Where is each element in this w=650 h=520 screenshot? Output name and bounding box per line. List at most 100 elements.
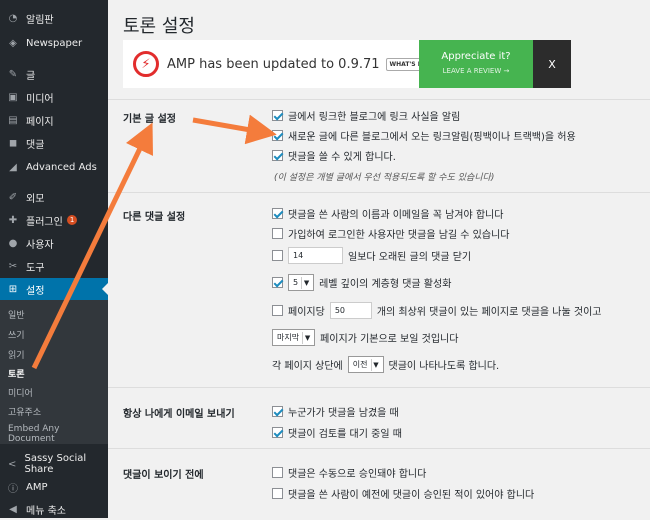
checkbox[interactable] xyxy=(272,208,283,219)
sidebar-item-label: 알림판 xyxy=(26,14,54,26)
option-label: 레벨 깊이의 계층형 댓글 활성화 xyxy=(319,279,452,290)
sidebar-item-media[interactable]: ▣ 미디어 xyxy=(0,86,108,108)
paginate-prefix: 페이지당 xyxy=(288,307,325,318)
sidebar-item-users[interactable]: ● 사용자 xyxy=(0,232,108,254)
checkbox[interactable] xyxy=(272,250,283,261)
sidebar-item-label: Sassy Social Share xyxy=(24,453,87,475)
sidebar-item-label: AMP xyxy=(26,481,48,493)
option-comment-order: 각 페이지 상단에 이전 ▼ 댓글이 나타나도록 합니다. xyxy=(272,356,499,373)
update-count-badge: 1 xyxy=(66,215,78,225)
sidebar-item-label: 플러그인 xyxy=(26,216,63,228)
option-threaded-comments[interactable]: 5 ▼ 레벨 깊이의 계층형 댓글 활성화 xyxy=(272,274,451,291)
sidebar-item-dashboard[interactable]: ◔ 알림판 xyxy=(0,7,108,29)
sidebar-item-comments[interactable]: ◼ 댓글 xyxy=(0,132,108,154)
select-value: 5 xyxy=(293,278,299,287)
submenu-item-writing[interactable]: 쓰기 xyxy=(8,328,25,341)
section-divider xyxy=(108,448,650,449)
sidebar-item-settings[interactable]: ⊞ 설정 xyxy=(0,278,108,300)
option-registered-only[interactable]: 가입하여 로그인한 사용자만 댓글을 남길 수 있습니다 xyxy=(272,226,509,241)
section-label-email-me: 항상 나에게 이메일 보내기 xyxy=(123,409,235,420)
sidebar-item-amp[interactable]: ⓘ AMP xyxy=(0,476,108,498)
sidebar-item-pages[interactable]: ▤ 페이지 xyxy=(0,109,108,131)
media-icon: ▣ xyxy=(8,91,18,103)
sidebar-item-advanced-ads[interactable]: ◢ Advanced Ads xyxy=(0,156,108,178)
option-notify-linked-blogs[interactable]: 글에서 링크한 블로그에 링크 사실을 알림 xyxy=(272,108,460,123)
comments-per-page-input[interactable]: 50 xyxy=(329,302,372,319)
appreciate-review-button[interactable]: Appreciate it? LEAVE A REVIEW → xyxy=(419,40,533,88)
sidebar-item-appearance[interactable]: ✐ 외모 xyxy=(0,186,108,208)
option-allow-comments[interactable]: 댓글을 쓸 수 있게 합니다. xyxy=(272,148,396,163)
option-label: 일보다 오래된 글의 댓글 닫기 xyxy=(348,252,472,263)
sidebar-item-posts[interactable]: ✎ 글 xyxy=(0,63,108,85)
comment-order-select[interactable]: 이전 ▼ xyxy=(347,356,384,373)
option-previously-approved[interactable]: 댓글을 쓴 사람이 예전에 댓글이 승인된 적이 있어야 합니다 xyxy=(272,486,534,501)
checkbox[interactable] xyxy=(272,277,283,288)
settings-icon: ⊞ xyxy=(8,283,18,295)
admin-sidebar: ◔ 알림판 ◈ Newspaper ✎ 글 ▣ 미디어 ▤ 페이지 ◼ 댓글 ◢… xyxy=(0,0,108,518)
sidebar-item-label: 외모 xyxy=(26,193,45,205)
checkbox[interactable] xyxy=(272,427,283,438)
brush-icon: ✐ xyxy=(8,191,18,203)
chevron-down-icon: ▼ xyxy=(301,276,311,289)
user-icon: ● xyxy=(8,237,18,249)
amp-update-message: AMP has been updated to 0.9.71 xyxy=(167,56,380,72)
option-label: 개의 최상위 댓글이 있는 페이지로 댓글을 나눌 것이고 xyxy=(376,307,602,318)
checkbox[interactable] xyxy=(272,467,283,478)
wrench-icon: ✂ xyxy=(8,260,18,272)
default-page-select[interactable]: 마지막 ▼ xyxy=(272,329,316,346)
submenu-item-general[interactable]: 일반 xyxy=(8,308,25,321)
option-label: 댓글이 검토를 대기 중일 때 xyxy=(288,429,402,440)
share-icon: < xyxy=(8,458,17,470)
option-email-on-comment[interactable]: 누군가가 댓글을 남겼을 때 xyxy=(272,404,399,419)
newspaper-icon: ◈ xyxy=(9,37,17,49)
sidebar-item-sassy-social-share[interactable]: < Sassy Social Share xyxy=(0,453,108,475)
submenu-item-discussion[interactable]: 토론 xyxy=(8,367,25,380)
option-label: 댓글을 쓸 수 있게 합니다. xyxy=(288,152,396,163)
option-allow-pingbacks[interactable]: 새로운 글에 다른 블로그에서 오는 링크알림(핑백이나 트랙백)을 허용 xyxy=(272,128,576,143)
arrow-to-pingback-option xyxy=(192,114,277,145)
dashboard-icon: ◔ xyxy=(8,12,18,24)
active-indicator xyxy=(102,283,108,295)
plugin-icon: ✚ xyxy=(8,214,18,226)
checkbox[interactable] xyxy=(272,130,283,141)
sidebar-collapse-menu[interactable]: ◀ 메뉴 축소 xyxy=(0,498,108,520)
ads-icon: ◢ xyxy=(9,161,17,173)
close-notice-button[interactable]: X xyxy=(533,40,571,88)
option-paginate-comments[interactable]: 페이지당 50 개의 최상위 댓글이 있는 페이지로 댓글을 나눌 것이고 xyxy=(272,302,601,319)
page-icon: ▤ xyxy=(8,114,18,126)
checkbox[interactable] xyxy=(272,228,283,239)
sidebar-item-label: 댓글 xyxy=(26,139,45,151)
checkbox[interactable] xyxy=(272,150,283,161)
page-title: 토론 설정 xyxy=(123,16,195,37)
section-label-default-post: 기본 글 설정 xyxy=(123,114,176,125)
option-require-name-email[interactable]: 댓글을 쓴 사람의 이름과 이메일을 꼭 남겨야 합니다 xyxy=(272,206,503,221)
option-manual-approval[interactable]: 댓글은 수동으로 승인돼야 합니다 xyxy=(272,465,426,480)
option-default-comments-page: 마지막 ▼ 페이지가 기본으로 보일 것입니다 xyxy=(272,329,458,346)
checkbox[interactable] xyxy=(272,406,283,417)
select-value: 이전 xyxy=(352,360,368,369)
comment-icon: ◼ xyxy=(8,137,18,149)
section-divider xyxy=(108,192,650,193)
sidebar-item-label: 설정 xyxy=(26,285,45,297)
option-label: 페이지가 기본으로 보일 것입니다 xyxy=(320,334,459,345)
sidebar-item-plugins[interactable]: ✚ 플러그인 1 xyxy=(0,209,108,231)
sidebar-item-tools[interactable]: ✂ 도구 xyxy=(0,255,108,277)
option-label: 댓글을 쓴 사람이 예전에 댓글이 승인된 적이 있어야 합니다 xyxy=(288,490,535,501)
submenu-item-permalinks[interactable]: 고유주소 xyxy=(8,405,41,418)
close-days-input[interactable]: 14 xyxy=(288,247,343,264)
leave-review-link: LEAVE A REVIEW → xyxy=(442,67,510,75)
checkbox[interactable] xyxy=(272,488,283,499)
submenu-item-embed-any-document[interactable]: Embed Any Document xyxy=(8,424,108,444)
option-email-on-moderation[interactable]: 댓글이 검토를 대기 중일 때 xyxy=(272,425,402,440)
appreciate-title: Appreciate it? xyxy=(441,51,511,62)
submenu-item-media[interactable]: 미디어 xyxy=(8,386,33,399)
option-close-comments[interactable]: 14 일보다 오래된 글의 댓글 닫기 xyxy=(272,247,471,264)
sidebar-item-label: 사용자 xyxy=(26,239,54,251)
submenu-item-reading[interactable]: 읽기 xyxy=(8,348,25,361)
checkbox[interactable] xyxy=(272,110,283,121)
thread-depth-select[interactable]: 5 ▼ xyxy=(288,274,315,291)
collapse-icon: ◀ xyxy=(9,503,17,515)
sidebar-item-newspaper[interactable]: ◈ Newspaper xyxy=(0,32,108,54)
checkbox[interactable] xyxy=(272,305,283,316)
option-label: 누군가가 댓글을 남겼을 때 xyxy=(288,408,399,419)
